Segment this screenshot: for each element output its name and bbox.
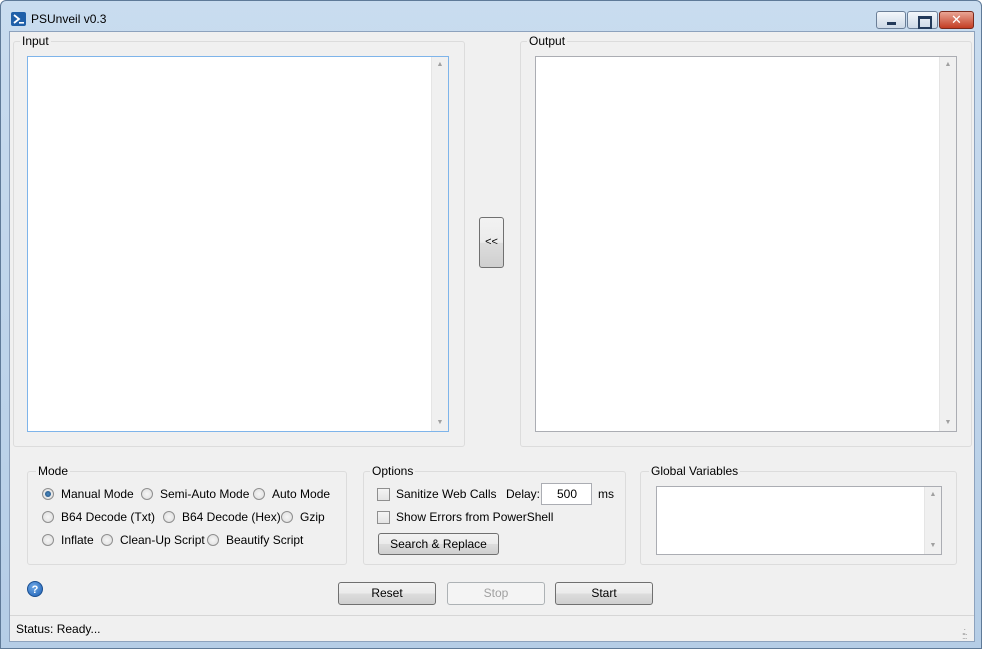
client-area: Input ▲ ▼ << Output ▲ ▼ Mode Manual Mode…	[9, 31, 975, 642]
scroll-down-icon[interactable]: ▼	[432, 415, 448, 431]
output-scrollbar[interactable]: ▲ ▼	[939, 57, 956, 431]
scroll-down-icon[interactable]: ▼	[940, 415, 956, 431]
global-variables-scrollbar[interactable]: ▲ ▼	[924, 487, 941, 554]
input-group: Input ▲ ▼	[13, 34, 465, 447]
radio-button[interactable]	[42, 534, 54, 546]
maximize-button[interactable]	[907, 11, 938, 29]
powershell-icon	[11, 12, 26, 26]
start-button[interactable]: Start	[555, 582, 653, 605]
radio-button[interactable]	[253, 488, 265, 500]
scroll-down-icon[interactable]: ▼	[925, 538, 941, 554]
radio-button[interactable]	[207, 534, 219, 546]
reset-button[interactable]: Reset	[338, 582, 436, 605]
global-variables-label: Global Variables	[649, 464, 741, 478]
window-title: PSUnveil v0.3	[31, 12, 107, 26]
search-replace-button[interactable]: Search & Replace	[378, 533, 499, 555]
radio-button[interactable]	[42, 511, 54, 523]
help-icon[interactable]: ?	[27, 581, 43, 597]
stop-button[interactable]: Stop	[447, 582, 545, 605]
options-label: Options	[370, 464, 416, 478]
scroll-up-icon[interactable]: ▲	[432, 57, 448, 73]
output-group: Output ▲ ▼	[520, 34, 972, 447]
input-label: Input	[20, 34, 51, 48]
radio-button[interactable]	[141, 488, 153, 500]
delay-unit: ms	[598, 487, 614, 501]
input-scrollbar[interactable]: ▲ ▼	[431, 57, 448, 431]
radio-button[interactable]	[42, 488, 54, 500]
close-icon: ✕	[951, 12, 962, 27]
global-variables-group: Global Variables ▲ ▼	[640, 464, 957, 565]
delay-input[interactable]	[541, 483, 592, 505]
resize-grip-icon[interactable]: .::::	[962, 627, 972, 641]
output-label: Output	[527, 34, 568, 48]
minimize-button[interactable]	[876, 11, 906, 29]
status-text: Status: Ready...	[16, 622, 101, 636]
close-button[interactable]: ✕	[939, 11, 974, 29]
transfer-output-to-input-button[interactable]: <<	[479, 217, 504, 268]
delay-label: Delay:	[506, 487, 541, 501]
radio-button[interactable]	[101, 534, 113, 546]
app-window: PSUnveil v0.3 ✕ Input ▲ ▼ << Output ▲ ▼	[0, 0, 982, 649]
checkbox[interactable]	[377, 511, 390, 524]
mode-group: Mode Manual Mode Semi-Auto Mode Auto Mod…	[27, 464, 347, 565]
input-textbox[interactable]: ▲ ▼	[27, 56, 449, 432]
mode-label: Mode	[36, 464, 71, 478]
options-group: Options Sanitize Web Calls Delay: ms Sho…	[363, 464, 626, 565]
radio-button[interactable]	[163, 511, 175, 523]
output-textbox[interactable]: ▲ ▼	[535, 56, 957, 432]
status-bar: Status: Ready... .::::	[10, 615, 974, 641]
checkbox[interactable]	[377, 488, 390, 501]
global-variables-textbox[interactable]: ▲ ▼	[656, 486, 942, 555]
scroll-up-icon[interactable]: ▲	[940, 57, 956, 73]
scroll-up-icon[interactable]: ▲	[925, 487, 941, 503]
radio-button[interactable]	[281, 511, 293, 523]
title-bar[interactable]: PSUnveil v0.3 ✕	[1, 1, 981, 35]
